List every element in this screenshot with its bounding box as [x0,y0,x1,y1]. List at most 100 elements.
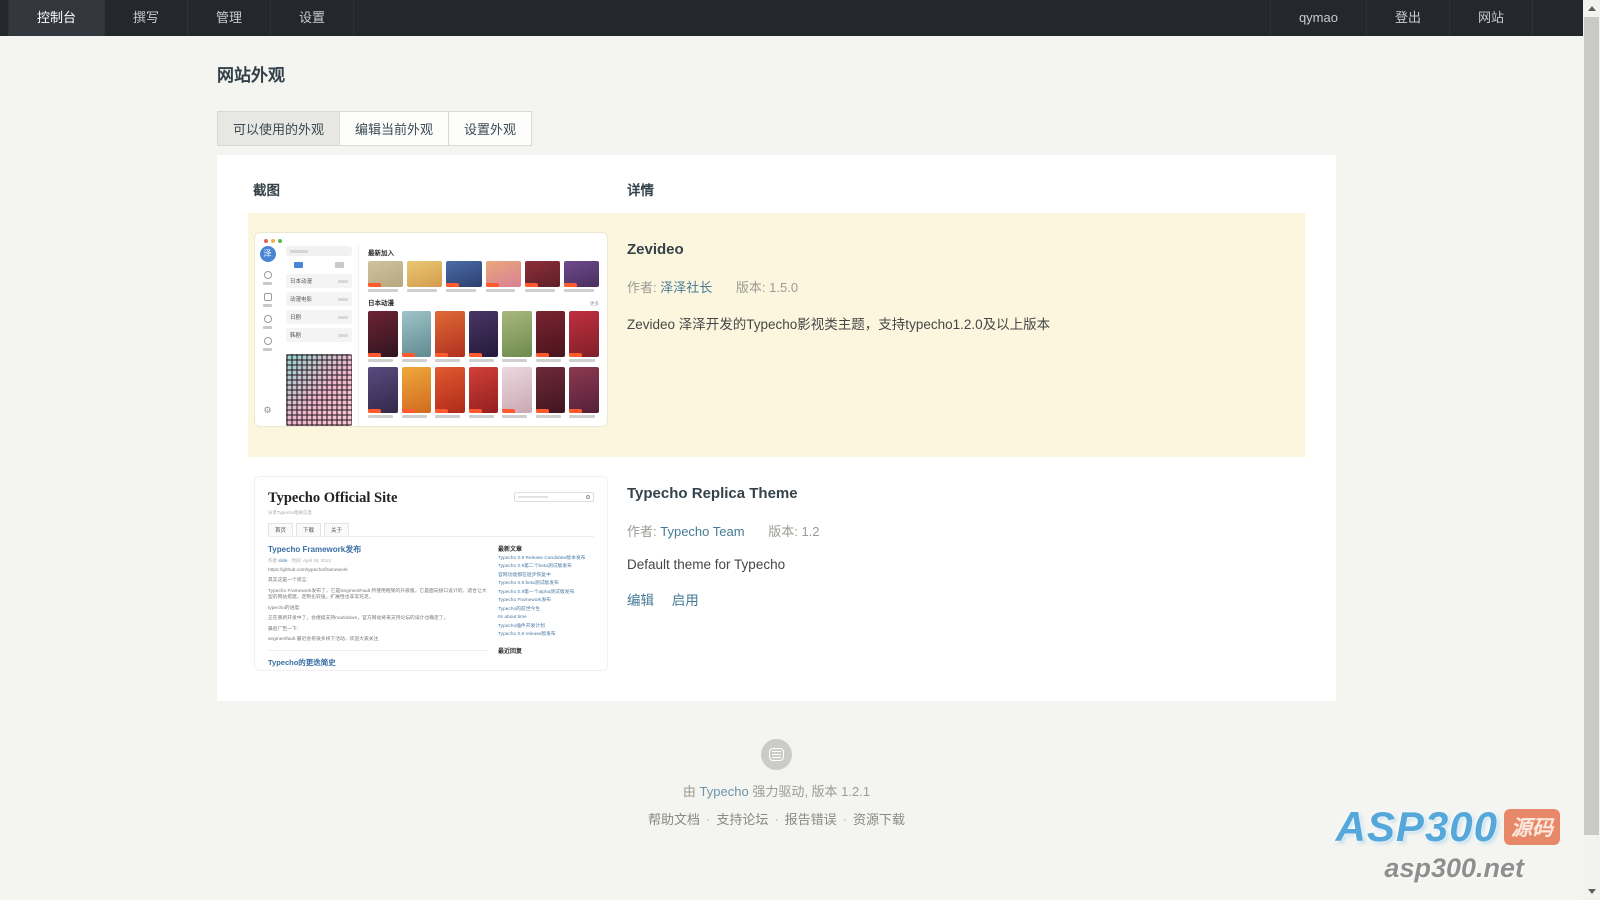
media-thumbnail[interactable] [468,367,499,418]
category-item-动漫电影[interactable]: 动漫电影 [286,292,352,307]
caption-bar [502,359,528,362]
typecho-link[interactable]: Typecho [700,784,749,799]
category-item-日剧[interactable]: 日剧 [286,310,352,325]
media-thumbnail[interactable] [502,311,532,362]
chat-icon [263,337,272,345]
media-thumbnail[interactable] [446,261,482,292]
nav-item-网站[interactable]: 网站 [1450,0,1533,36]
caption-bar [535,359,561,362]
caption-bar [468,415,494,418]
poster-grid-row1 [368,311,599,362]
caption-bar [569,359,595,362]
window-traffic-dots [264,239,282,243]
theme-author-link[interactable]: Typecho Team [660,524,744,539]
replica-sidebar: 最新文章 Typecho 0.9 Release Candidate版本发布 Ty… [498,544,594,668]
footer-links: 帮助文档 · 支持论坛 · 报告错误 · 资源下载 [647,812,906,827]
media-thumbnail[interactable] [524,261,560,292]
update-badge [468,409,482,413]
vertical-scrollbar[interactable] [1583,0,1600,900]
latest-banner-grid [368,261,599,292]
footer-link-资源下载[interactable]: 资源下载 [853,812,905,827]
zevideo-sidebar: 日本动漫动漫电影日剧韩剧 [280,246,359,426]
nav-item-设置[interactable]: 设置 [271,0,355,36]
media-thumbnail[interactable] [368,311,398,362]
media-thumbnail[interactable] [401,311,432,362]
poster-image [435,311,465,357]
nav-item-qymao[interactable]: qymao [1269,0,1367,36]
tab-可以使用的外观[interactable]: 可以使用的外观 [218,112,341,145]
media-thumbnail[interactable] [368,261,404,292]
scroll-up-arrow[interactable] [1583,0,1600,17]
media-thumbnail[interactable] [401,367,432,418]
media-thumbnail[interactable] [435,367,465,418]
media-thumbnail[interactable] [563,261,599,292]
replica-nav-首页: 首页 [268,523,294,536]
media-thumbnail[interactable] [468,311,499,362]
caption-bar [563,289,594,292]
section-title-anime: 日本动漫 [368,300,394,307]
replica-sidebar-header: 最新文章 [498,547,523,553]
media-thumbnail[interactable] [485,261,521,292]
table-header-row: 截图 详情 [248,167,1305,213]
tab-编辑当前外观[interactable]: 编辑当前外观 [340,112,450,145]
media-thumbnail[interactable] [502,367,532,418]
poster-image [368,367,398,413]
update-badge [435,409,449,413]
media-thumbnail[interactable] [535,311,566,362]
media-thumbnail[interactable] [368,367,398,418]
category-item-日本动漫[interactable]: 日本动漫 [286,274,352,289]
update-badge [535,409,549,413]
media-thumbnail[interactable] [407,261,443,292]
replica-search-input [514,492,594,502]
poster-image [524,261,560,287]
nav-item-控制台[interactable]: 控制台 [8,0,106,36]
update-badge [569,409,583,413]
column-header-screenshot: 截图 [253,183,280,198]
footer-link-支持论坛[interactable]: 支持论坛 [716,812,768,827]
version-label: 版本: 1.2 [768,524,820,539]
scroll-down-arrow[interactable] [1583,883,1600,900]
poster-image [446,261,482,287]
scrollbar-thumb[interactable] [1584,17,1599,835]
category-item-韩剧[interactable]: 韩剧 [286,328,352,343]
themes-panel: 截图 详情 泽 ⚙ 日本动漫 动漫电影 日剧 韩剧 最新加入 日本动漫 更多 Z… [217,155,1336,701]
media-thumbnail[interactable] [435,311,465,362]
zevideo-main-area: 最新加入 日本动漫 更多 [359,246,607,426]
nav-item-管理[interactable]: 管理 [188,0,272,36]
gear-icon: ⚙ [263,405,272,415]
caption-bar [435,415,461,418]
edit-theme-link[interactable]: 编辑 [627,593,654,608]
caption-bar [524,289,555,292]
list-icon [294,262,303,269]
replica-sidebar-link: 官网功能都在逐步恢复中 [498,572,551,578]
update-badge [502,409,516,413]
update-badge [468,353,482,357]
media-thumbnail[interactable] [535,367,566,418]
zevideo-search-input [286,246,352,257]
footer-link-报告错误[interactable]: 报告错误 [785,812,837,827]
footer-link-帮助文档[interactable]: 帮助文档 [648,812,700,827]
theme-author-link[interactable]: 泽泽社长 [660,280,712,295]
media-thumbnail[interactable] [569,367,599,418]
replica-sidebar-link: Typecho的前世今生 [498,606,541,612]
update-badge [446,283,460,287]
caption-bar [535,415,561,418]
theme-row-zevideo: 泽 ⚙ 日本动漫 动漫电影 日剧 韩剧 最新加入 日本动漫 更多 Zevideo… [248,213,1305,457]
footer: 由 Typecho 强力驱动, 版本 1.2.1 帮助文档 · 支持论坛 · 报告错误 ·… [217,739,1336,828]
update-badge [569,353,583,357]
poster-image [563,261,599,287]
replica-nav-关于: 关于 [324,523,350,536]
replica-post-line: 最后广告一下: [268,626,299,632]
replica-sidebar-link: Typecho插件开发计划 [498,623,545,629]
qr-code-image [286,354,352,426]
nav-item-登出[interactable]: 登出 [1367,0,1450,36]
nav-item-撰写[interactable]: 撰写 [105,0,189,36]
poster-image [569,311,599,357]
theme-detail-zevideo: Zevideo 作者: 泽泽社长 版本: 1.5.0 Zevideo 泽泽开发的… [607,233,1305,426]
activate-theme-link[interactable]: 启用 [672,593,699,608]
media-thumbnail[interactable] [569,311,599,362]
tab-设置外观[interactable]: 设置外观 [449,112,532,145]
replica-post-line: https://github.com/typecho/framework [268,568,348,573]
section-title-latest: 最新加入 [368,250,394,257]
typecho-logo-icon [761,739,792,770]
